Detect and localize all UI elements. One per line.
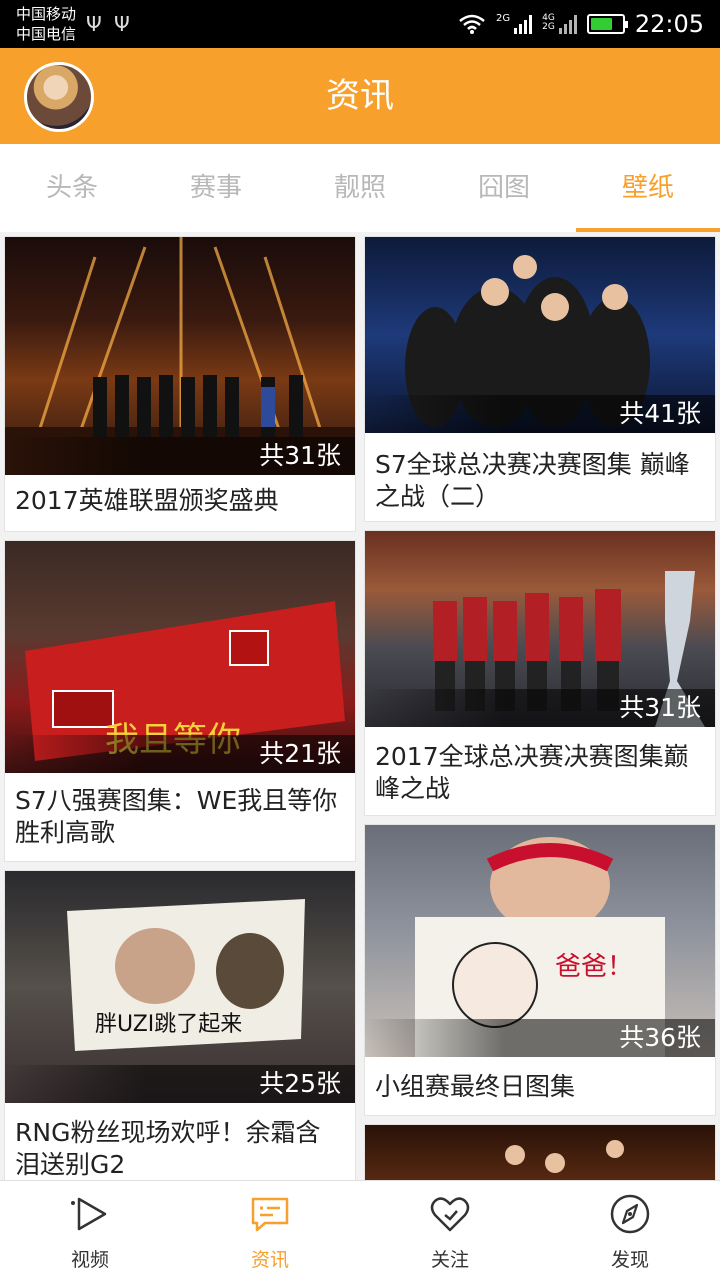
photo-count: 共25张 — [5, 1065, 355, 1103]
wifi-icon — [459, 14, 485, 34]
nav-label: 发现 — [610, 1249, 649, 1271]
card-thumbnail: 共41张 — [365, 237, 715, 433]
nav-label: 资讯 — [250, 1249, 289, 1271]
carrier-1: 中国移动 — [16, 5, 77, 23]
signal-2-icon: 4G 2G — [542, 14, 577, 34]
tab-matches[interactable]: 赛事 — [144, 144, 288, 232]
heart-icon — [430, 1197, 470, 1232]
compass-icon — [610, 1194, 650, 1234]
nav-label: 关注 — [430, 1249, 469, 1271]
svg-text:胖UZI跳了起来: 胖UZI跳了起来 — [95, 1012, 242, 1037]
card-title: 2017英雄联盟颁奖盛典 — [15, 486, 279, 515]
card-title: S7全球总决赛决赛图集 巅峰之战（二） — [375, 450, 690, 511]
tab-headlines[interactable]: 头条 — [0, 144, 144, 232]
signal-1-icon: 2G — [496, 14, 533, 34]
usb-icon: Ψ — [114, 12, 130, 36]
tab-wallpaper[interactable]: 壁纸 — [576, 144, 720, 232]
status-icons: 2G 4G 2G 22:05 — [458, 10, 704, 38]
gallery-feed[interactable]: 共31张 2017英雄联盟颁奖盛典 共41张 S7全球总决赛决赛图集 巅峰之战（… — [0, 232, 720, 1180]
svg-text:爸爸！: 爸爸！ — [555, 952, 633, 982]
nav-follow[interactable]: 关注 — [360, 1181, 540, 1280]
usb-icon: Ψ — [86, 12, 102, 36]
gallery-card[interactable]: 共41张 S7全球总决赛决赛图集 巅峰之战（二） — [364, 236, 716, 522]
play-icon — [71, 1197, 107, 1231]
gallery-card[interactable]: 我且等你 共21张 S7八强赛图集：WE我且等你胜利高歌 — [4, 540, 356, 862]
gallery-card[interactable]: 共31张 2017英雄联盟颁奖盛典 — [4, 236, 356, 532]
nav-label: 视频 — [70, 1249, 109, 1271]
photo-count: 共36张 — [365, 1019, 715, 1057]
status-bar: 中国移动 中国电信 Ψ Ψ 2G 4G 2G 22:05 — [0, 0, 720, 48]
carrier-2: 中国电信 — [16, 25, 77, 43]
nav-video[interactable]: 视频 — [0, 1181, 180, 1280]
photo-count: 共31张 — [365, 689, 715, 727]
card-thumbnail: 我且等你 共21张 — [5, 541, 355, 773]
app-header: 资讯 — [0, 48, 720, 144]
card-title: S7八强赛图集：WE我且等你胜利高歌 — [15, 786, 338, 847]
card-thumbnail: 胖UZI跳了起来 共25张 — [5, 871, 355, 1103]
nav-discover[interactable]: 发现 — [540, 1181, 720, 1280]
photo-count: 共21张 — [5, 735, 355, 773]
battery-icon — [586, 14, 628, 34]
gallery-card[interactable] — [364, 1124, 716, 1180]
card-thumbnail: 共31张 — [5, 237, 355, 475]
page-title: 资讯 — [326, 76, 394, 116]
card-title: 2017全球总决赛决赛图集巅峰之战 — [375, 742, 689, 803]
tab-funny[interactable]: 囧图 — [432, 144, 576, 232]
card-title: 小组赛最终日图集 — [375, 1072, 576, 1101]
message-icon — [251, 1197, 289, 1232]
crowd-image — [505, 1140, 624, 1173]
card-title: RNG粉丝现场欢呼！余霜含泪送别G2 — [15, 1118, 321, 1179]
category-tabs: 头条 赛事 靓照 囧图 壁纸 — [0, 144, 720, 232]
photo-count: 共41张 — [365, 395, 715, 433]
tab-photos[interactable]: 靓照 — [288, 144, 432, 232]
bottom-nav: 视频 资讯 关注 发现 — [0, 1180, 720, 1280]
gallery-card[interactable]: 共31张 2017全球总决赛决赛图集巅峰之战 — [364, 530, 716, 816]
carrier-info: 中国移动 中国电信 — [16, 4, 76, 44]
gallery-card[interactable]: 爸爸！ 共36张 小组赛最终日图集 — [364, 824, 716, 1116]
photo-count: 共31张 — [5, 437, 355, 475]
gallery-card[interactable]: 胖UZI跳了起来 共25张 RNG粉丝现场欢呼！余霜含泪送别G2 — [4, 870, 356, 1180]
clock: 22:05 — [634, 10, 704, 38]
nav-news[interactable]: 资讯 — [180, 1181, 360, 1280]
card-thumbnail: 共31张 — [365, 531, 715, 727]
card-thumbnail — [365, 1125, 715, 1180]
card-thumbnail: 爸爸！ 共36张 — [365, 825, 715, 1057]
